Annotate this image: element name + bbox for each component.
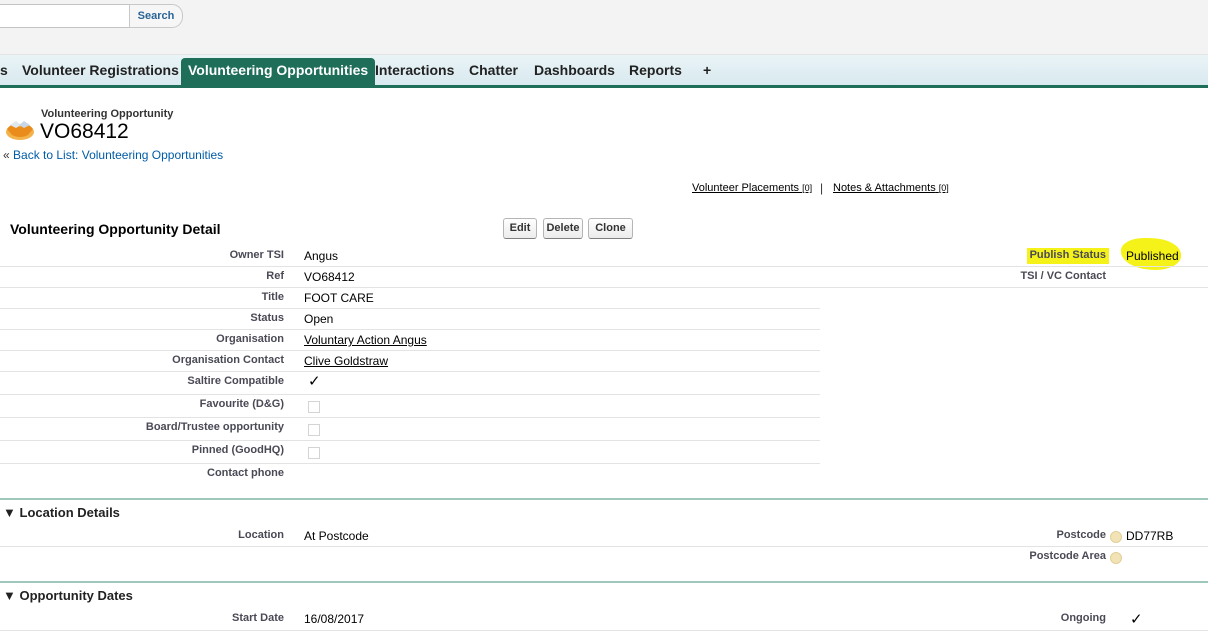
row-divider (0, 266, 1208, 267)
tab-bar: s Volunteer Registrations Volunteering O… (0, 55, 1208, 88)
field-label-pinned-goodhq: Pinned (GoodHQ) (191, 444, 284, 456)
back-to-list[interactable]: « Back to List: Volunteering Opportuniti… (3, 148, 223, 162)
field-value-postcode: DD77RB (1126, 529, 1174, 543)
row-divider (0, 463, 820, 464)
tab-interactions[interactable]: Interactions (375, 55, 454, 85)
section-divider (0, 581, 1208, 583)
search-input[interactable] (0, 4, 132, 28)
related-link-label: Volunteer Placements (692, 182, 800, 194)
tab-partial[interactable]: s (0, 55, 8, 85)
checkbox-unchecked (308, 401, 320, 413)
collapse-arrow-icon[interactable]: ▼ (3, 505, 16, 520)
field-value-owner-tsi: Angus (304, 249, 339, 263)
field-label-postcode-area: Postcode Area (1029, 550, 1106, 562)
row-divider (0, 350, 820, 351)
checkmark-icon: ✓ (1130, 611, 1143, 628)
search-button[interactable]: Search (129, 4, 183, 28)
tab-dashboards[interactable]: Dashboards (534, 55, 615, 85)
field-value-location: At Postcode (304, 529, 369, 543)
related-link-label: Notes & Attachments (833, 182, 936, 194)
section-divider (0, 498, 1208, 500)
organisation-contact-link[interactable]: Clive Goldstraw (304, 354, 388, 368)
detail-section-title: Volunteering Opportunity Detail (10, 221, 221, 237)
field-label-tsi-vc-contact: TSI / VC Contact (1020, 270, 1106, 282)
section-header-location[interactable]: ▼ Location Details (3, 505, 120, 520)
checkbox-unchecked (308, 447, 320, 459)
edit-button[interactable]: Edit (503, 218, 537, 239)
field-label-ref: Ref (266, 270, 284, 282)
field-label-organisation: Organisation (216, 333, 284, 345)
tab-volunteer-registrations[interactable]: Volunteer Registrations (22, 55, 179, 85)
field-value-start-date: 16/08/2017 (304, 612, 365, 626)
field-label-start-date: Start Date (232, 612, 284, 624)
field-label-favourite-dg: Favourite (D&G) (199, 398, 284, 410)
clone-button[interactable]: Clone (588, 218, 633, 239)
field-label-board-trustee: Board/Trustee opportunity (145, 421, 284, 433)
field-label-saltire-compatible: Saltire Compatible (187, 375, 284, 387)
related-separator: | (820, 181, 824, 195)
help-icon[interactable] (1110, 531, 1122, 543)
section-header-dates[interactable]: ▼ Opportunity Dates (3, 588, 133, 603)
organisation-link[interactable]: Voluntary Action Angus (304, 333, 427, 347)
related-link-count: [0] (802, 183, 813, 193)
row-divider (0, 394, 820, 395)
field-label-organisation-contact: Organisation Contact (172, 354, 284, 366)
row-divider (0, 630, 1208, 631)
field-label-ongoing: Ongoing (1060, 612, 1106, 624)
tab-reports[interactable]: Reports (629, 55, 682, 85)
checkmark-icon: ✓ (308, 373, 321, 390)
row-divider (0, 546, 1208, 547)
section-title-location: Location Details (19, 505, 120, 520)
field-value-title: FOOT CARE (304, 291, 374, 305)
top-header: Search (0, 0, 1208, 55)
checkbox-unchecked (308, 424, 320, 436)
help-icon[interactable] (1110, 552, 1122, 564)
collapse-arrow-icon[interactable]: ▼ (3, 588, 16, 603)
row-divider (0, 440, 820, 441)
field-label-owner-tsi: Owner TSI (229, 249, 284, 261)
handshake-icon (6, 121, 34, 140)
related-link-notes-attachments[interactable]: Notes & Attachments [0] (833, 182, 949, 194)
field-label-status: Status (250, 312, 284, 324)
delete-button[interactable]: Delete (543, 218, 583, 239)
field-value-publish-status: Published (1126, 249, 1179, 263)
related-link-volunteer-placements[interactable]: Volunteer Placements [0] (692, 182, 812, 194)
field-value-status: Open (304, 312, 334, 326)
back-prefix: « (3, 148, 10, 162)
tab-volunteering-opportunities[interactable]: Volunteering Opportunities (181, 58, 376, 85)
field-label-publish-status: Publish Status (1029, 249, 1106, 261)
row-divider (0, 287, 1208, 288)
related-link-count: [0] (938, 183, 949, 193)
row-divider (0, 308, 820, 309)
field-label-location: Location (238, 529, 284, 541)
back-to-list-link[interactable]: Back to List: Volunteering Opportunities (13, 148, 223, 162)
tab-add[interactable]: + (703, 55, 711, 85)
page-title: VO68412 (40, 120, 129, 143)
row-divider (0, 371, 820, 372)
row-divider (0, 417, 820, 418)
section-title-dates: Opportunity Dates (19, 588, 133, 603)
row-divider (0, 329, 820, 330)
field-label-postcode: Postcode (1056, 529, 1106, 541)
field-value-ref: VO68412 (304, 270, 355, 284)
field-label-title: Title (261, 291, 284, 303)
field-label-contact-phone: Contact phone (207, 467, 284, 479)
tab-chatter[interactable]: Chatter (469, 55, 518, 85)
record-type-label: Volunteering Opportunity (41, 108, 174, 120)
